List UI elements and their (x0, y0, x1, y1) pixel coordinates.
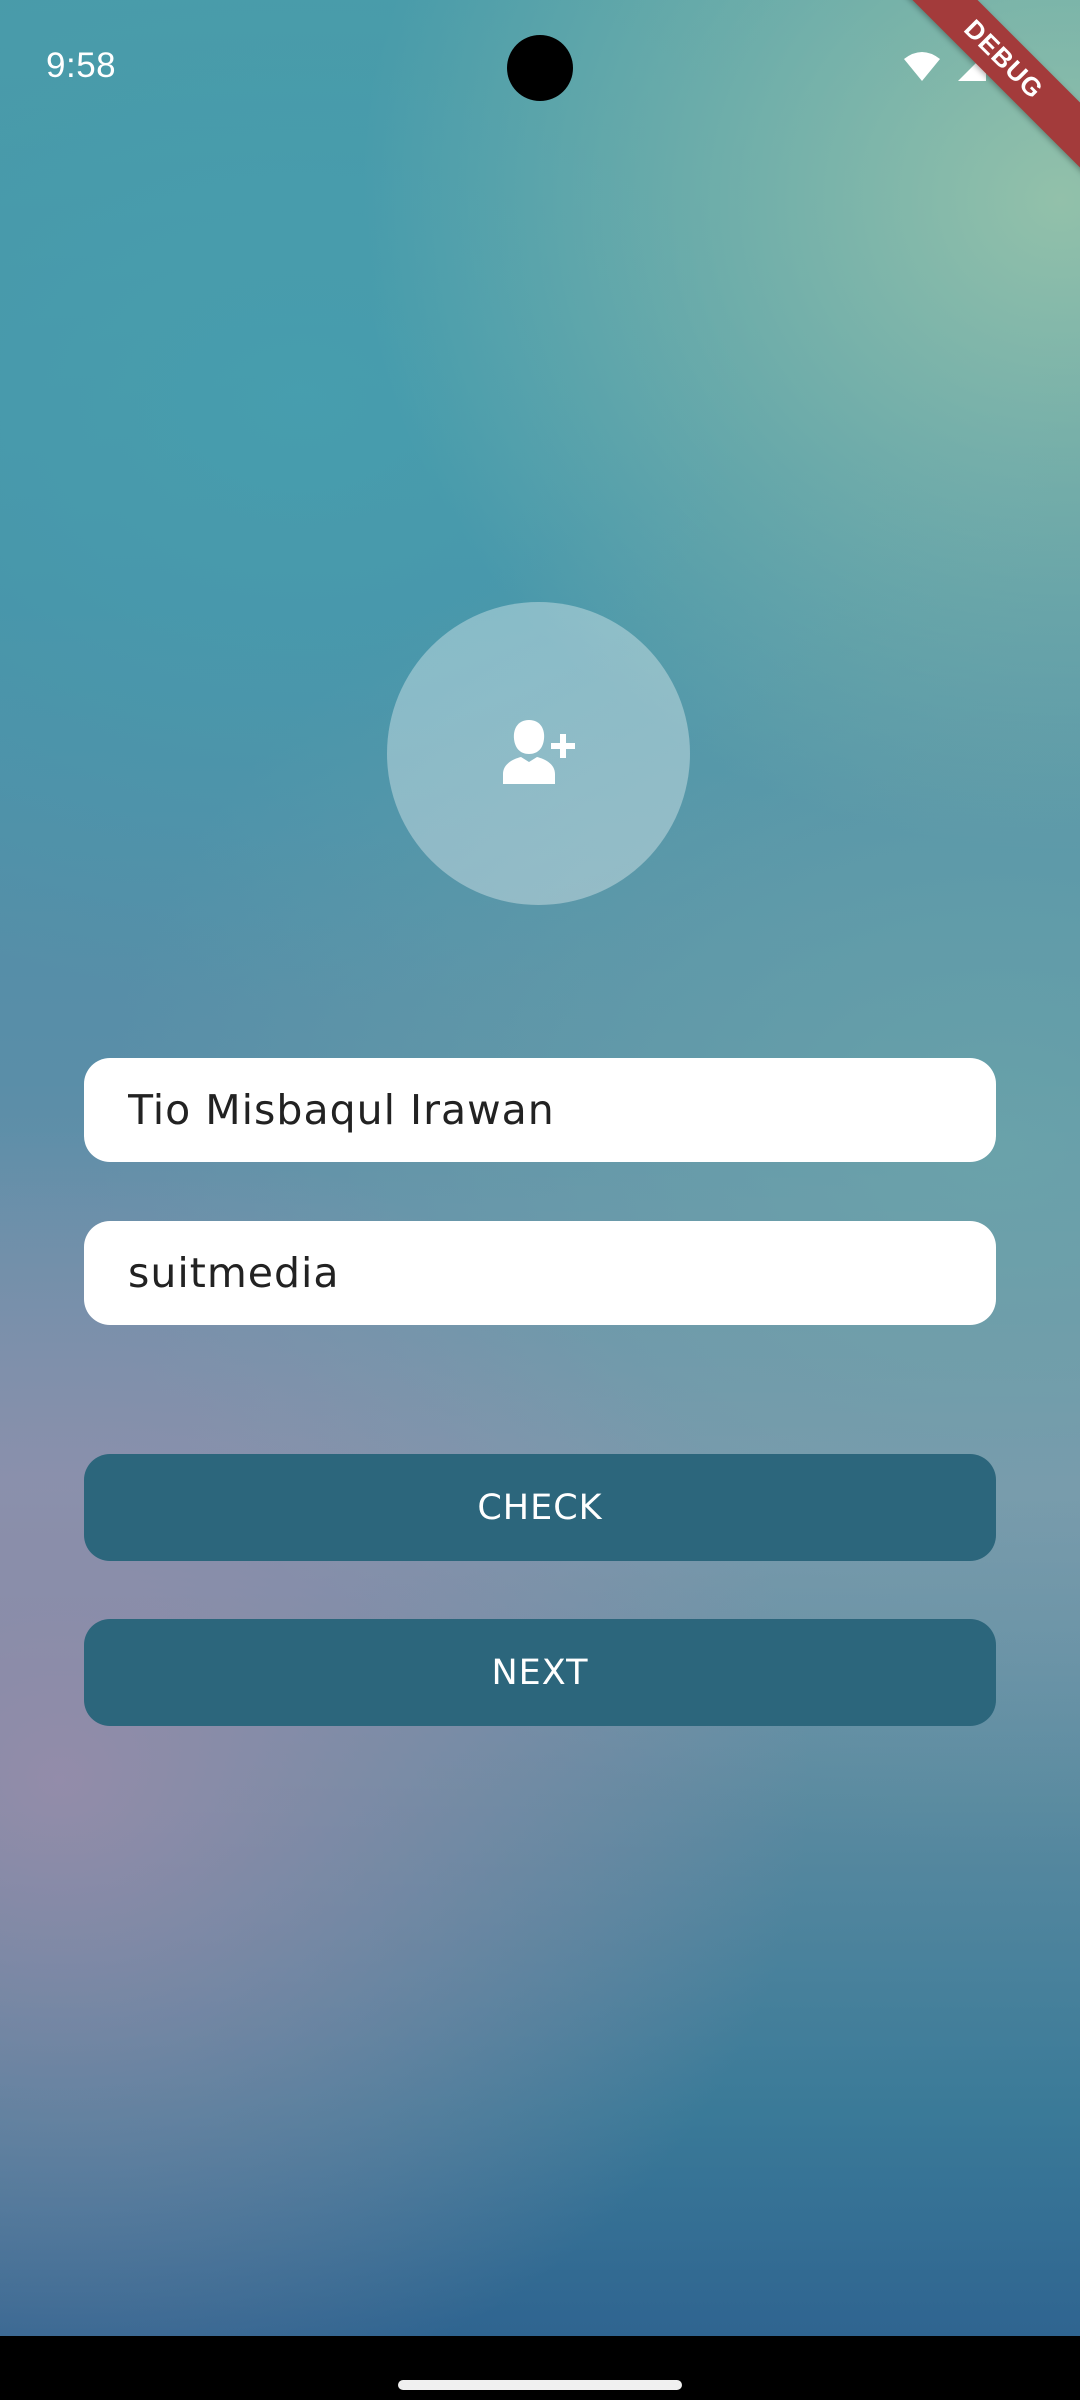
name-field[interactable] (84, 1058, 996, 1162)
palindrome-input[interactable] (126, 1248, 954, 1298)
status-time: 9:58 (46, 46, 117, 85)
next-button[interactable]: NEXT (84, 1619, 996, 1726)
camera-cutout (507, 35, 573, 101)
wifi-icon (902, 51, 942, 88)
add-photo-button[interactable] (387, 602, 690, 905)
palindrome-field[interactable] (84, 1221, 996, 1325)
navigation-bar (0, 2336, 1080, 2400)
person-add-icon (501, 716, 577, 791)
home-indicator[interactable] (398, 2380, 682, 2390)
first-screen: 9:58 DEBUG Tio Misbaqul Irawan suitmedia… (0, 0, 1080, 2400)
check-button[interactable]: CHECK (84, 1454, 996, 1561)
name-input[interactable] (126, 1085, 954, 1135)
debug-banner: DEBUG (881, 0, 1080, 182)
